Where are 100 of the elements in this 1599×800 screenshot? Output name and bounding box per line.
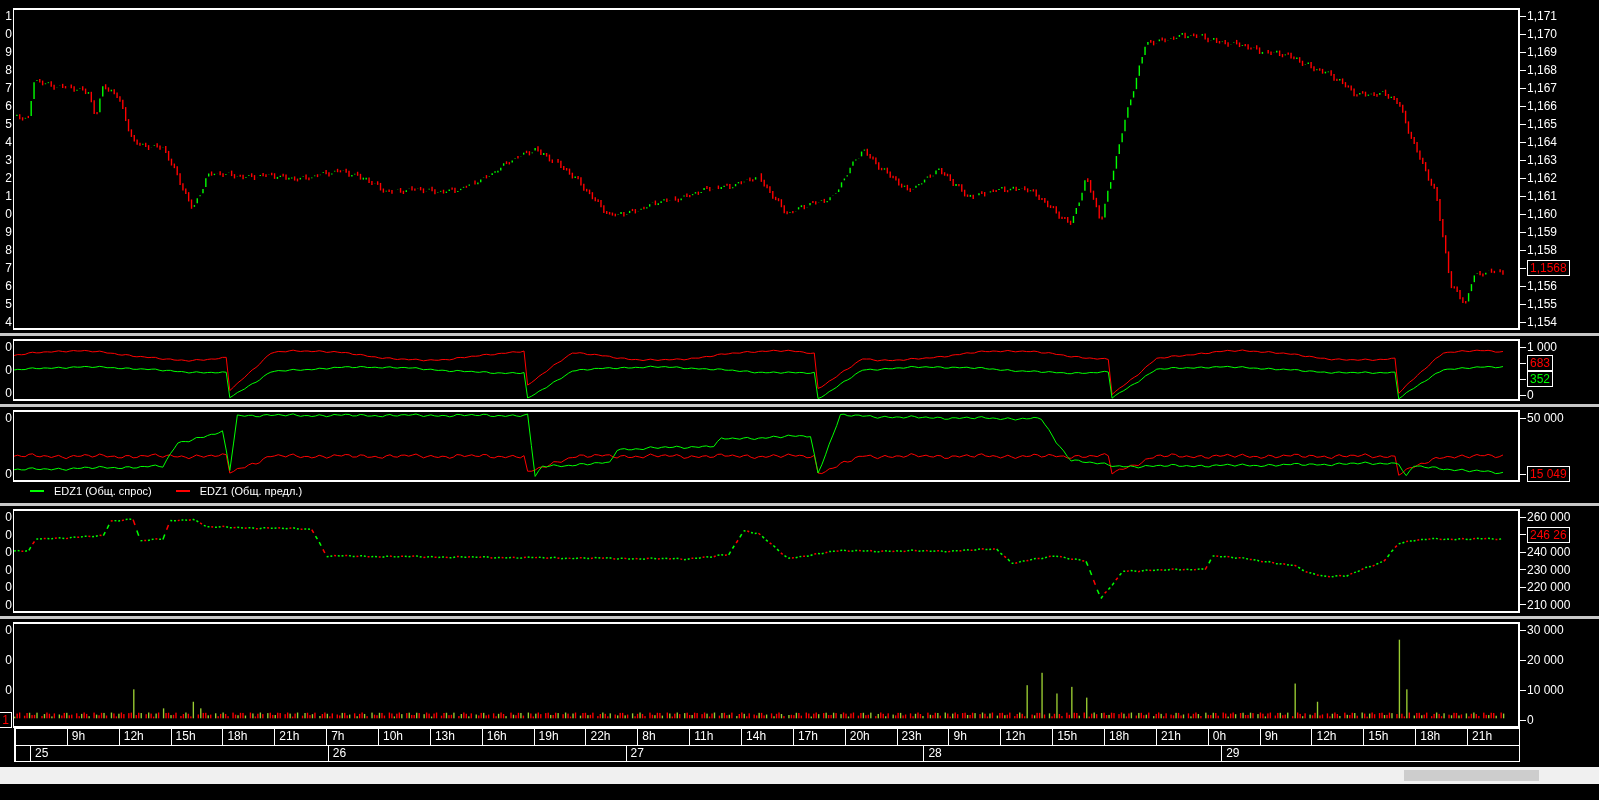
axis-label: 0 (1527, 387, 1534, 403)
axis-label: 1,159 (1527, 224, 1558, 240)
axis-label: 30 000 (1527, 622, 1564, 638)
date-label: 28 (923, 746, 1222, 761)
axis-label: 9 (5, 224, 12, 240)
time-label: 15h (1052, 729, 1105, 745)
time-label: 23h (896, 729, 949, 745)
axis-label: 10 000 (1527, 682, 1564, 698)
axis-label: 1 (5, 188, 12, 204)
time-label: 10h (378, 729, 430, 745)
axis-label: 0 (5, 596, 12, 613)
axis-label: 0 (5, 652, 12, 668)
axis-label: 7 (5, 80, 12, 96)
value-badge: 15 049 (1527, 466, 1570, 482)
axis-label: 0 (5, 622, 12, 638)
axis-label: 1,155 (1527, 296, 1558, 312)
axis-label: 1,167 (1527, 80, 1558, 96)
axis-label: 6 (5, 278, 12, 294)
axis-label: 1,156 (1527, 278, 1558, 294)
axis-label: 1,160 (1527, 206, 1558, 222)
time-label: 18h (1415, 729, 1468, 745)
time-label: 20h (844, 729, 897, 745)
axis-label: 5 (5, 296, 12, 312)
time-label: 9h (948, 729, 1001, 745)
axis-label: 260 000 (1527, 509, 1571, 525)
axis-label: 0 (5, 509, 12, 525)
time-label: 9h (1259, 729, 1312, 745)
time-label: 15h (170, 729, 223, 745)
axis-label: 0 (5, 385, 12, 401)
axis-label: 0 (1527, 712, 1534, 728)
time-label: 0h (1207, 729, 1260, 745)
axis-label: 0 (5, 579, 12, 596)
value-badge: 246 26 (1527, 526, 1570, 543)
axis-label: 0 (5, 544, 12, 561)
axis-label: 1,163 (1527, 152, 1558, 168)
time-label: 18h (222, 729, 275, 745)
value-badge: 1,1568 (1527, 260, 1570, 276)
time-label: 15h (1363, 729, 1416, 745)
time-label: 14h (741, 729, 793, 745)
axis-label: 5 (5, 116, 12, 132)
value-badge: 683 (1527, 355, 1554, 371)
time-label: 21h (1155, 729, 1208, 745)
axis-label: 20 000 (1527, 652, 1564, 668)
time-label: 18h (1104, 729, 1156, 745)
axis-label: 0 (5, 561, 12, 578)
axis-label: 1 (5, 8, 12, 24)
axis-label: 240 000 (1527, 544, 1571, 561)
time-label: 12h (1000, 729, 1053, 745)
axis-label: 0 (5, 410, 12, 426)
time-label: 19h (533, 729, 586, 745)
axis-label: 1 000 (1527, 339, 1558, 355)
time-label: 9h (66, 729, 119, 745)
axis-label: 1,166 (1527, 98, 1558, 114)
date-label: 25 (30, 746, 328, 761)
time-label: 16h (481, 729, 534, 745)
axis-label: 1,158 (1527, 242, 1558, 258)
axis-label: 210 000 (1527, 596, 1571, 613)
axis-label: 3 (5, 152, 12, 168)
axis-label: 1,170 (1527, 26, 1558, 42)
date-label: 27 (625, 746, 924, 761)
time-label: 21h (1467, 729, 1519, 745)
time-label: 17h (792, 729, 845, 745)
axis-label: 1,171 (1527, 8, 1558, 24)
axis-label: 8 (5, 242, 12, 258)
date-label: 26 (327, 746, 626, 761)
axis-label: 1,161 (1527, 188, 1558, 204)
axis-label: 6 (5, 98, 12, 114)
axis-label: 0 (5, 206, 12, 222)
axis-label: 1,165 (1527, 116, 1558, 132)
legend-label: EDZ1 (Общ. предл.) (199, 483, 303, 499)
legend-label: EDZ1 (Общ. спрос) (54, 483, 152, 499)
axis-label: 7 (5, 260, 12, 276)
time-label: 12h (1311, 729, 1364, 745)
axis-label: 0 (5, 339, 12, 355)
axis-label: 0 (5, 682, 12, 698)
axis-label: 1,164 (1527, 134, 1558, 150)
axis-label: 4 (5, 314, 12, 330)
axis-label: 9 (5, 44, 12, 60)
time-label: 8h (637, 729, 690, 745)
axis-label: 0 (5, 362, 12, 378)
time-label: 12h (118, 729, 171, 745)
axis-label: 2 (5, 170, 12, 186)
time-label: 7h (326, 729, 378, 745)
axis-label: 1,154 (1527, 314, 1558, 330)
axis-label: 1,168 (1527, 62, 1558, 78)
time-label: 11h (689, 729, 742, 745)
axis-label: 4 (5, 134, 12, 150)
value-badge: 352 (1527, 371, 1554, 387)
time-label: 22h (585, 729, 638, 745)
axis-label: 1,169 (1527, 44, 1558, 60)
axis-label: 230 000 (1527, 561, 1571, 578)
axis-label: 220 000 (1527, 579, 1571, 596)
axis-label: 0 (5, 466, 12, 482)
value-badge: 1 (0, 712, 12, 728)
date-label: 29 (1221, 746, 1519, 761)
time-label: 13h (429, 729, 482, 745)
time-label: 21h (274, 729, 327, 745)
axis-label: 0 (5, 526, 12, 543)
axis-label: 8 (5, 62, 12, 78)
axis-label: 0 (5, 26, 12, 42)
